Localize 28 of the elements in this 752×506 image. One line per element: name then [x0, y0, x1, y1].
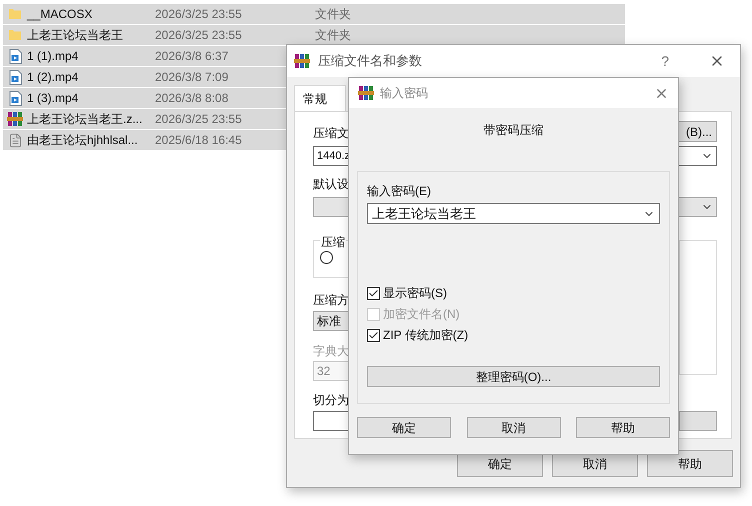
dialog-heading: 带密码压缩 — [484, 122, 544, 139]
field-label: 字典大 — [313, 343, 349, 360]
field-label: 压缩方 — [313, 292, 349, 309]
window-title: 压缩文件名和参数 — [318, 52, 422, 70]
field-label: 压缩文 — [313, 125, 349, 142]
file-date: 2026/3/8 6:37 — [155, 48, 228, 65]
file-type: 文件夹 — [315, 27, 351, 44]
file-date: 2026/3/8 8:08 — [155, 90, 228, 107]
file-date: 2025/6/18 16:45 — [155, 132, 242, 149]
file-name: 上老王论坛当老王.z... — [27, 111, 144, 128]
file-name: 上老王论坛当老王 — [27, 27, 124, 44]
field-label: 输入密码(E) — [367, 183, 431, 200]
file-name: 1 (1).mp4 — [27, 48, 80, 65]
checkbox-label: 显示密码(S) — [383, 285, 447, 302]
window-title: 输入密码 — [380, 85, 428, 102]
file-date: 2026/3/25 23:55 — [155, 111, 242, 128]
file-type: 文件夹 — [315, 6, 351, 23]
file-name: 1 (3).mp4 — [27, 90, 80, 107]
file-name: 由老王论坛hjhhlsal... — [27, 132, 139, 149]
checkbox-label: ZIP 传统加密(Z) — [383, 327, 468, 344]
file-date: 2026/3/25 23:55 — [155, 6, 242, 23]
checkbox-label: 加密文件名(N) — [383, 306, 460, 323]
file-date: 2026/3/8 7:09 — [155, 69, 228, 86]
field-label: 切分为 — [313, 392, 349, 409]
file-name: 1 (2).mp4 — [27, 69, 80, 86]
file-date: 2026/3/25 23:55 — [155, 27, 242, 44]
field-label: 默认设 — [313, 176, 349, 193]
file-name: __MACOSX — [27, 6, 94, 23]
